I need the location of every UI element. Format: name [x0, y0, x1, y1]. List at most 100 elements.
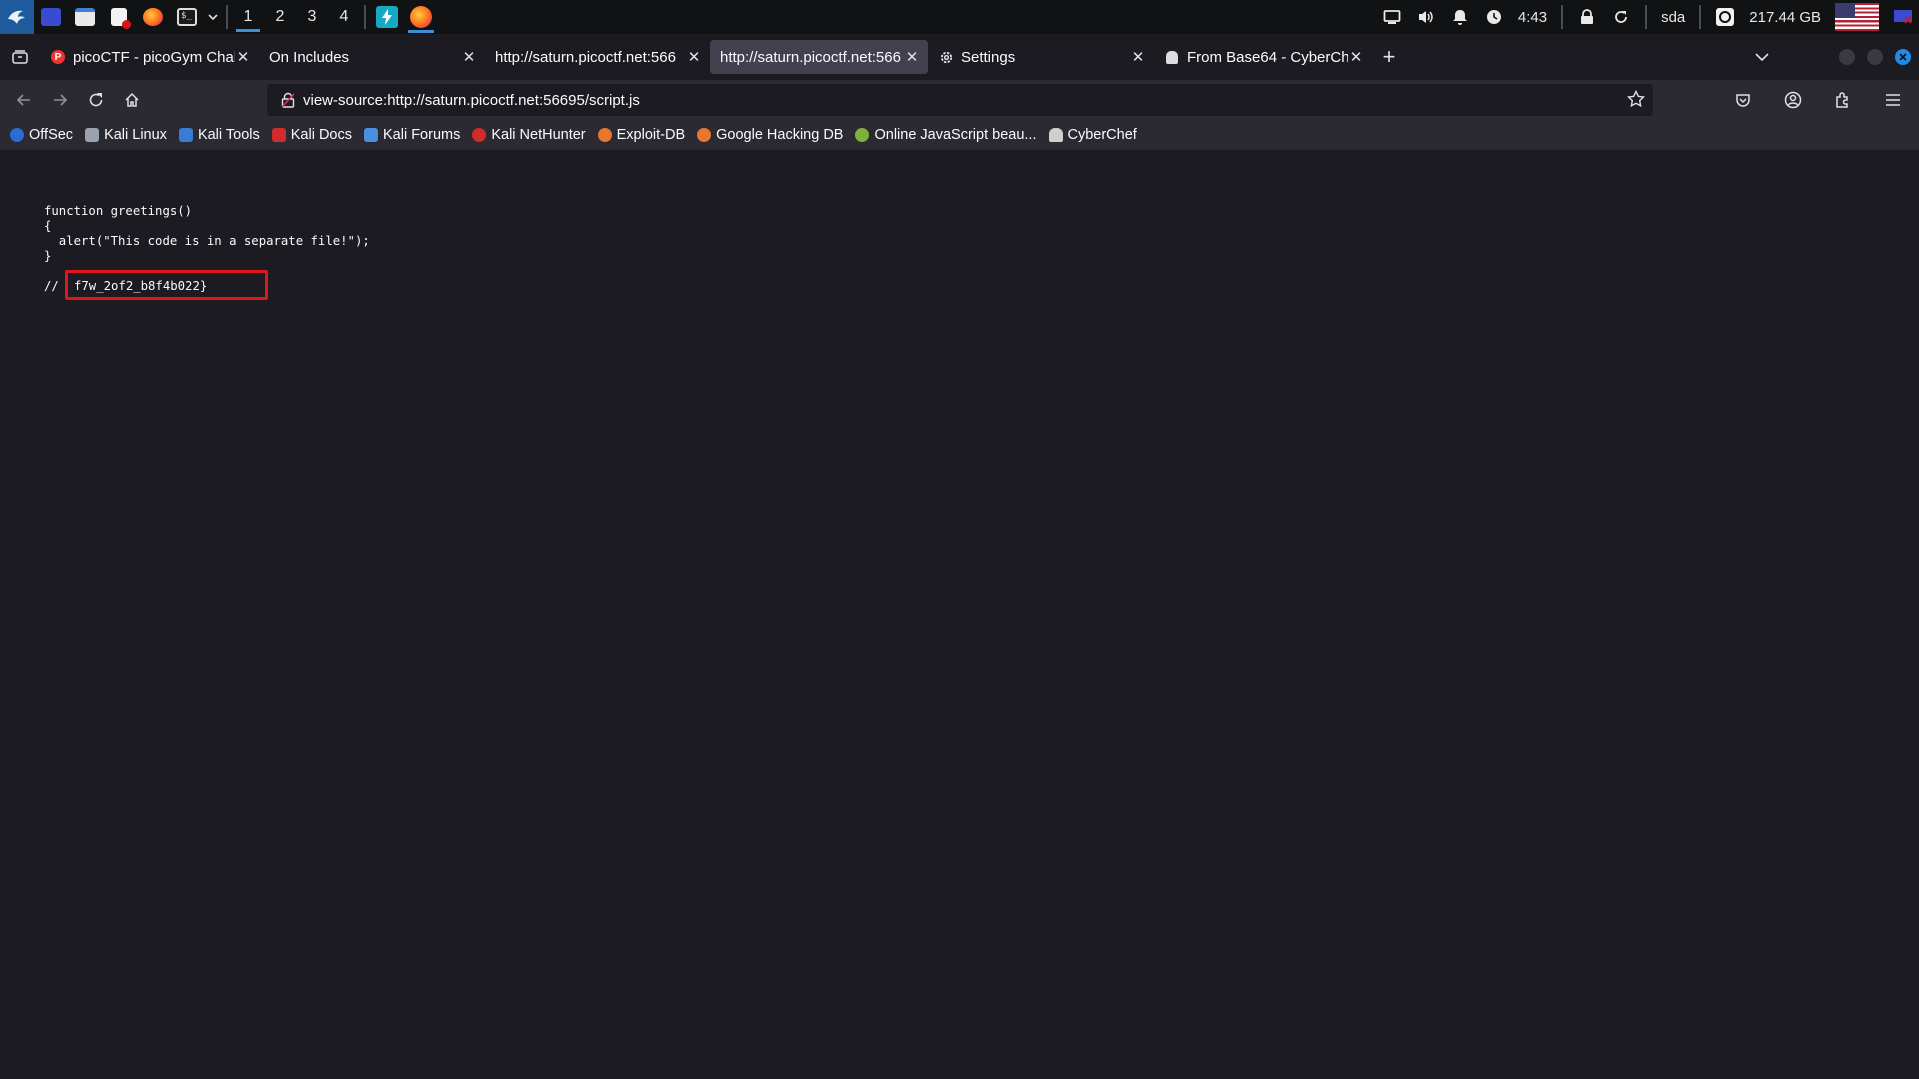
- chevron-down-icon[interactable]: [204, 0, 222, 34]
- file-manager-icon[interactable]: [68, 0, 102, 34]
- reload-button[interactable]: [78, 84, 114, 116]
- minimize-window-button[interactable]: [1839, 49, 1855, 65]
- extensions-icon[interactable]: [1825, 84, 1861, 116]
- cyberchef-icon: [1048, 128, 1063, 142]
- task-firefox-icon[interactable]: [404, 0, 438, 34]
- tab-saturn-1[interactable]: http://saturn.picoctf.net:566 ✕: [485, 40, 710, 74]
- bookmark-exploit-db[interactable]: Exploit-DB: [597, 127, 685, 143]
- bookmark-kali-nethunter[interactable]: Kali NetHunter: [472, 127, 586, 143]
- tab-picoctf[interactable]: P picoCTF - picoGym Challe ✕: [40, 40, 259, 74]
- task-app-icon[interactable]: [370, 0, 404, 34]
- workspace-1[interactable]: 1: [232, 0, 264, 34]
- new-tab-button[interactable]: +: [1372, 40, 1406, 74]
- close-tab-icon[interactable]: ✕: [1348, 49, 1364, 66]
- source-line-3: alert("This code is in a separate file!"…: [44, 234, 370, 248]
- tab-on-includes[interactable]: On Includes ✕: [259, 40, 485, 74]
- notification-bell-icon[interactable]: [1450, 7, 1470, 27]
- close-tab-icon[interactable]: ✕: [904, 49, 920, 66]
- bookmark-star-icon[interactable]: [1626, 89, 1646, 112]
- clock[interactable]: 4:43: [1518, 9, 1547, 26]
- bookmark-cyberchef[interactable]: CyberChef: [1048, 127, 1137, 143]
- navigation-toolbar: view-source:http://saturn.picoctf.net:56…: [0, 80, 1919, 120]
- disk-usage: 217.44 GB: [1749, 8, 1821, 26]
- insecure-lock-icon[interactable]: [273, 92, 303, 108]
- tab-title: http://saturn.picoctf.net:566: [720, 48, 901, 66]
- flag-highlight-box: f7w_2of2_b8f4b022}: [65, 270, 268, 300]
- forward-button[interactable]: [42, 84, 78, 116]
- panel-separator: [1699, 5, 1702, 29]
- volume-icon[interactable]: [1416, 7, 1436, 27]
- refresh-icon[interactable]: [1611, 7, 1631, 27]
- tab-strip: P picoCTF - picoGym Challe ✕ On Includes…: [0, 34, 1919, 80]
- view-source-content: function greetings() { alert("This code …: [0, 150, 1919, 1079]
- desktop-icon[interactable]: [34, 0, 68, 34]
- tab-title: From Base64 - CyberChef: [1187, 48, 1348, 66]
- kali-tools-icon: [178, 128, 193, 142]
- panel-separator: [1561, 5, 1564, 29]
- exploit-db-icon: [597, 128, 612, 142]
- close-tab-icon[interactable]: ✕: [686, 49, 702, 66]
- terminal-icon[interactable]: $_: [170, 0, 204, 34]
- bookmarks-toolbar: OffSec Kali Linux Kali Tools Kali Docs K…: [0, 120, 1919, 150]
- firefox-launcher-icon[interactable]: [136, 0, 170, 34]
- close-tab-icon[interactable]: ✕: [461, 49, 477, 66]
- panel-separator: [1645, 5, 1648, 29]
- hamburger-menu-icon[interactable]: [1875, 84, 1911, 116]
- source-line-1: function greetings(): [44, 204, 193, 218]
- back-button[interactable]: [6, 84, 42, 116]
- close-window-button[interactable]: [1895, 49, 1911, 65]
- keyboard-layout-flag-icon[interactable]: [1835, 3, 1879, 31]
- bookmark-kali-linux[interactable]: Kali Linux: [85, 127, 167, 143]
- text-editor-icon[interactable]: [102, 0, 136, 34]
- pocket-icon[interactable]: [1725, 84, 1761, 116]
- power-manager-icon[interactable]: [1484, 7, 1504, 27]
- source-code: function greetings() { alert("This code …: [44, 204, 370, 264]
- source-line-2: {: [44, 219, 52, 233]
- bookmark-google-hacking-db[interactable]: Google Hacking DB: [697, 127, 843, 143]
- tab-title: Settings: [961, 48, 1016, 66]
- tab-saturn-2[interactable]: http://saturn.picoctf.net:566 ✕: [710, 40, 928, 74]
- bookmark-kali-tools[interactable]: Kali Tools: [178, 127, 260, 143]
- url-bar[interactable]: view-source:http://saturn.picoctf.net:56…: [267, 84, 1653, 116]
- cyberchef-icon: [1164, 49, 1180, 65]
- workspace-3[interactable]: 3: [296, 0, 328, 34]
- lock-icon[interactable]: [1577, 7, 1597, 27]
- offsec-icon: [10, 128, 24, 142]
- maximize-window-button[interactable]: [1867, 49, 1883, 65]
- user-name[interactable]: sda: [1661, 9, 1685, 26]
- url-text[interactable]: view-source:http://saturn.picoctf.net:56…: [303, 92, 640, 109]
- comment-prefix: //: [44, 279, 59, 293]
- home-button[interactable]: [114, 84, 150, 116]
- source-line-4: }: [44, 249, 52, 263]
- bookmark-kali-forums[interactable]: Kali Forums: [363, 127, 460, 143]
- bookmark-offsec[interactable]: OffSec: [10, 127, 73, 143]
- tab-title: http://saturn.picoctf.net:566: [495, 48, 676, 66]
- account-icon[interactable]: [1775, 84, 1811, 116]
- flag-text: f7w_2of2_b8f4b022}: [74, 279, 208, 293]
- ghdb-icon: [697, 128, 712, 142]
- tab-settings[interactable]: Settings ✕: [928, 40, 1154, 74]
- kali-menu-icon[interactable]: [0, 0, 34, 34]
- bookmark-kali-docs[interactable]: Kali Docs: [271, 127, 352, 143]
- kali-docs-icon: [271, 128, 286, 142]
- close-tab-icon[interactable]: ✕: [235, 49, 251, 66]
- kali-forums-icon: [363, 128, 378, 142]
- tab-overview-icon[interactable]: [0, 49, 40, 65]
- list-all-tabs-icon[interactable]: [1755, 49, 1769, 66]
- beautifier-icon: [855, 128, 870, 142]
- kali-dragon-icon: [85, 128, 100, 142]
- nethunter-icon: [472, 128, 487, 142]
- tab-title: On Includes: [269, 48, 350, 66]
- workspace-4[interactable]: 4: [328, 0, 360, 34]
- panel-separator: [226, 5, 228, 29]
- tab-title: picoCTF - picoGym Challe: [73, 48, 235, 66]
- close-tab-icon[interactable]: ✕: [1130, 49, 1146, 66]
- gear-icon: [938, 49, 954, 65]
- system-panel: $_ 1 2 3 4 4:43 sda 217.44 GB: [0, 0, 1919, 34]
- bookmark-js-beautifier[interactable]: Online JavaScript beau...: [855, 127, 1037, 143]
- disk-icon: [1715, 7, 1735, 27]
- show-desktop-icon[interactable]: [1893, 7, 1913, 27]
- workspace-2[interactable]: 2: [264, 0, 296, 34]
- display-icon[interactable]: [1382, 7, 1402, 27]
- tab-cyberchef[interactable]: From Base64 - CyberChef ✕: [1154, 40, 1372, 74]
